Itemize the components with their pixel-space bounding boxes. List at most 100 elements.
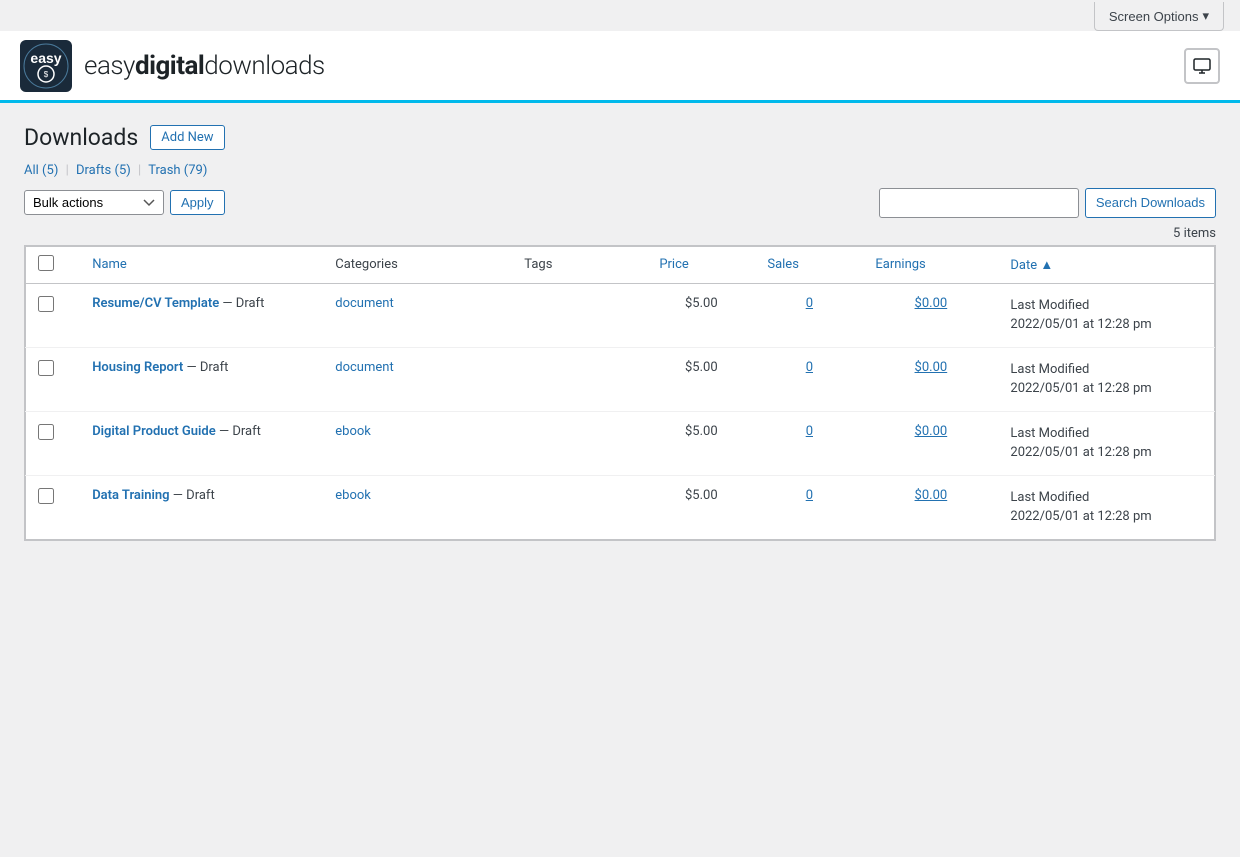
row-price-cell: $5.00 bbox=[647, 411, 755, 475]
row-sales-cell: 0 bbox=[755, 347, 863, 411]
category-link-3[interactable]: ebook bbox=[335, 424, 371, 439]
row-sales-cell: 0 bbox=[755, 475, 863, 539]
item-earnings-link-4[interactable]: $0.00 bbox=[915, 488, 948, 503]
table-header-row: Name Categories Tags Price Sales bbox=[26, 246, 1215, 283]
col-sales-sort-link[interactable]: Sales bbox=[767, 257, 799, 272]
row-name-cell: Data Training — Draft bbox=[80, 475, 323, 539]
add-new-button[interactable]: Add New bbox=[150, 125, 224, 150]
item-price-3: $5.00 bbox=[685, 424, 718, 439]
item-date-3: Last Modified2022/05/01 at 12:28 pm bbox=[1010, 426, 1151, 461]
svg-text:easy: easy bbox=[30, 50, 61, 66]
table-wrapper: Name Categories Tags Price Sales bbox=[24, 245, 1216, 541]
row-checkbox-cell bbox=[26, 411, 81, 475]
search-area: Search Downloads bbox=[879, 188, 1216, 218]
category-link-2[interactable]: document bbox=[335, 360, 393, 375]
row-price-cell: $5.00 bbox=[647, 347, 755, 411]
item-name-link-2[interactable]: Housing Report bbox=[92, 360, 183, 375]
row-categories-cell: document bbox=[323, 347, 512, 411]
col-header-name: Name bbox=[80, 246, 323, 283]
header-icons bbox=[1184, 48, 1220, 84]
table-row: Data Training — Draft ebook $5.00 0 $0.0… bbox=[26, 475, 1215, 539]
logo-area: easy $ easydigitaldownloads bbox=[20, 40, 325, 92]
page-title: Downloads bbox=[24, 123, 138, 153]
row-checkbox-3[interactable] bbox=[38, 424, 54, 440]
chevron-down-icon: ▾ bbox=[1202, 8, 1209, 24]
row-price-cell: $5.00 bbox=[647, 475, 755, 539]
row-date-cell: Last Modified2022/05/01 at 12:28 pm bbox=[998, 283, 1214, 347]
row-checkbox-cell bbox=[26, 475, 81, 539]
item-earnings-link-2[interactable]: $0.00 bbox=[915, 360, 948, 375]
separator-1: | bbox=[66, 163, 69, 178]
row-date-cell: Last Modified2022/05/01 at 12:28 pm bbox=[998, 347, 1214, 411]
row-earnings-cell: $0.00 bbox=[863, 475, 998, 539]
item-name-link-1[interactable]: Resume/CV Template bbox=[92, 296, 219, 311]
search-input[interactable] bbox=[879, 188, 1079, 218]
items-count: 5 items bbox=[1173, 226, 1216, 241]
item-name-link-3[interactable]: Digital Product Guide bbox=[92, 424, 216, 439]
table-row: Housing Report — Draft document $5.00 0 … bbox=[26, 347, 1215, 411]
row-checkbox-1[interactable] bbox=[38, 296, 54, 312]
row-categories-cell: ebook bbox=[323, 475, 512, 539]
col-header-earnings: Earnings bbox=[863, 246, 998, 283]
filter-trash-link[interactable]: Trash (79) bbox=[148, 163, 207, 178]
separator-2: | bbox=[138, 163, 141, 178]
item-sales-link-1[interactable]: 0 bbox=[806, 296, 813, 311]
apply-button[interactable]: Apply bbox=[170, 190, 225, 215]
item-status-2: — Draft bbox=[186, 360, 228, 375]
filter-drafts-link[interactable]: Drafts (5) bbox=[76, 163, 134, 178]
page-title-row: Downloads Add New bbox=[24, 123, 1216, 153]
row-date-cell: Last Modified2022/05/01 at 12:28 pm bbox=[998, 411, 1214, 475]
items-count-row: 5 items bbox=[24, 226, 1216, 241]
item-price-4: $5.00 bbox=[685, 488, 718, 503]
screen-options-button[interactable]: Screen Options ▾ bbox=[1094, 2, 1224, 31]
row-tags-cell bbox=[512, 283, 647, 347]
row-date-cell: Last Modified2022/05/01 at 12:28 pm bbox=[998, 475, 1214, 539]
filter-all-link[interactable]: All (5) bbox=[24, 163, 62, 178]
row-price-cell: $5.00 bbox=[647, 283, 755, 347]
col-name-sort-link[interactable]: Name bbox=[92, 257, 127, 272]
col-price-sort-link[interactable]: Price bbox=[659, 257, 688, 272]
col-earnings-sort-link[interactable]: Earnings bbox=[875, 257, 925, 272]
item-earnings-link-3[interactable]: $0.00 bbox=[915, 424, 948, 439]
row-earnings-cell: $0.00 bbox=[863, 411, 998, 475]
col-date-sort-link[interactable]: Date ▲ bbox=[1010, 258, 1053, 273]
actions-row: Bulk actions Edit Move to Trash Apply Se… bbox=[24, 188, 1216, 218]
screen-options-bar: Screen Options ▾ bbox=[0, 0, 1240, 31]
search-downloads-button[interactable]: Search Downloads bbox=[1085, 188, 1216, 218]
col-header-sales: Sales bbox=[755, 246, 863, 283]
item-sales-link-4[interactable]: 0 bbox=[806, 488, 813, 503]
item-price-2: $5.00 bbox=[685, 360, 718, 375]
col-header-categories: Categories bbox=[323, 246, 512, 283]
row-tags-cell bbox=[512, 347, 647, 411]
filter-links: All (5) | Drafts (5) | Trash (79) bbox=[24, 163, 1216, 178]
bulk-actions-area: Bulk actions Edit Move to Trash Apply bbox=[24, 190, 225, 215]
row-categories-cell: ebook bbox=[323, 411, 512, 475]
row-checkbox-cell bbox=[26, 347, 81, 411]
col-header-tags: Tags bbox=[512, 246, 647, 283]
item-status-4: — Draft bbox=[173, 488, 215, 503]
category-link-1[interactable]: document bbox=[335, 296, 393, 311]
row-categories-cell: document bbox=[323, 283, 512, 347]
row-name-cell: Resume/CV Template — Draft bbox=[80, 283, 323, 347]
item-sales-link-3[interactable]: 0 bbox=[806, 424, 813, 439]
svg-text:$: $ bbox=[44, 70, 49, 79]
downloads-table: Name Categories Tags Price Sales bbox=[25, 246, 1215, 540]
row-checkbox-2[interactable] bbox=[38, 360, 54, 376]
item-name-link-4[interactable]: Data Training bbox=[92, 488, 169, 503]
monitor-icon-button[interactable] bbox=[1184, 48, 1220, 84]
logo-text: easydigitaldownloads bbox=[84, 51, 325, 81]
screen-options-label: Screen Options bbox=[1109, 9, 1199, 24]
item-price-1: $5.00 bbox=[685, 296, 718, 311]
bulk-actions-select[interactable]: Bulk actions Edit Move to Trash bbox=[24, 190, 164, 215]
site-header: easy $ easydigitaldownloads bbox=[0, 31, 1240, 103]
row-checkbox-4[interactable] bbox=[38, 488, 54, 504]
row-earnings-cell: $0.00 bbox=[863, 283, 998, 347]
item-earnings-link-1[interactable]: $0.00 bbox=[915, 296, 948, 311]
item-sales-link-2[interactable]: 0 bbox=[806, 360, 813, 375]
select-all-checkbox[interactable] bbox=[38, 255, 54, 271]
row-name-cell: Housing Report — Draft bbox=[80, 347, 323, 411]
col-header-date: Date ▲ bbox=[998, 246, 1214, 283]
category-link-4[interactable]: ebook bbox=[335, 488, 371, 503]
row-checkbox-cell bbox=[26, 283, 81, 347]
logo-icon: easy $ bbox=[20, 40, 72, 92]
